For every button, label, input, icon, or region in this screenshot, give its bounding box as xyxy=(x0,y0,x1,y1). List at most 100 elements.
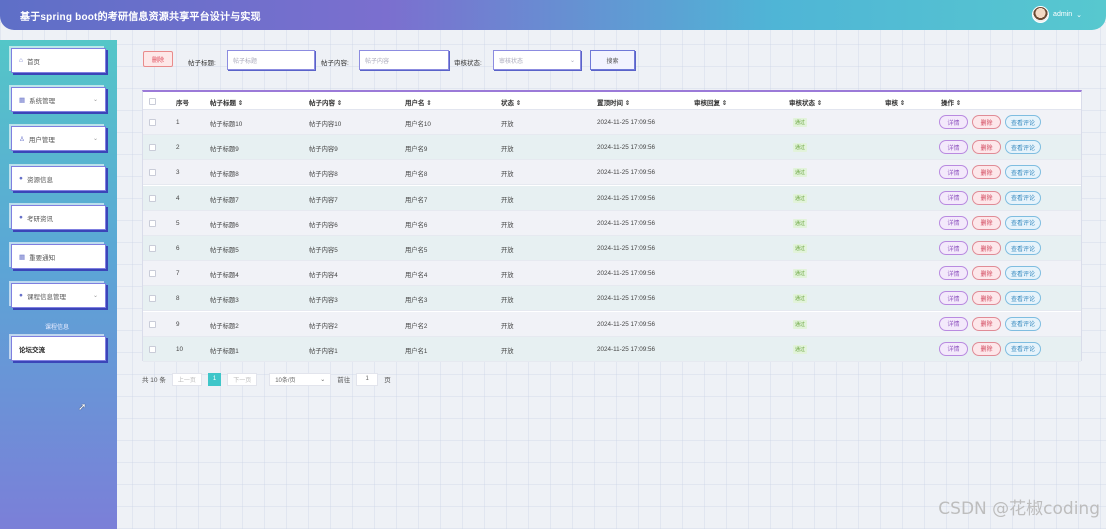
sidebar-item-label: 系统管理 xyxy=(29,97,56,105)
cell-title: 帖子标题4 xyxy=(210,272,239,280)
row-checkbox[interactable] xyxy=(149,119,156,126)
username[interactable]: admin xyxy=(1053,11,1072,18)
audit-filter-label: 审核状态: xyxy=(454,60,482,67)
view-comments-button[interactable]: 查看评论 xyxy=(1005,316,1041,331)
delete-button[interactable]: 删除 xyxy=(972,215,1001,230)
sidebar-item-3[interactable]: ● 资源信息 xyxy=(11,166,106,191)
row-checkbox[interactable] xyxy=(149,345,156,353)
delete-button[interactable]: 删除 xyxy=(972,140,1001,155)
sidebar-item-6[interactable]: ● 课程信息管理 ⌄ xyxy=(11,283,106,308)
audit-status-badge: 通过 xyxy=(793,269,807,279)
goto-page-input[interactable]: 1 xyxy=(356,372,379,386)
view-comments-button[interactable]: 查看评论 xyxy=(1005,266,1041,281)
header-username[interactable]: 用户名 ⇕ xyxy=(405,97,432,107)
view-comments-button[interactable]: 查看评论 xyxy=(1005,291,1041,306)
page-number-1[interactable]: 1 xyxy=(207,372,222,386)
view-comments-button[interactable]: 查看评论 xyxy=(1005,215,1041,230)
bulk-delete-button[interactable]: 删除 xyxy=(143,51,173,67)
view-comments-button[interactable]: 查看评论 xyxy=(1005,115,1041,129)
header-top-time[interactable]: 置顶时间 ⇕ xyxy=(597,97,630,107)
cell-time: 2024-11-25 17:09:56 xyxy=(597,245,656,252)
sidebar-item-7[interactable]: 论坛交流 xyxy=(11,336,106,361)
header-audit[interactable]: 审核 ⇕ xyxy=(885,97,905,107)
avatar[interactable] xyxy=(1032,6,1050,23)
sidebar-item-0[interactable]: ⌂ 首页 xyxy=(11,48,106,73)
cell-title: 帖子标题3 xyxy=(210,297,239,305)
audit-status-select[interactable]: 审核状态 ⌄ xyxy=(493,50,581,70)
select-all-checkbox[interactable] xyxy=(149,98,156,105)
row-checkbox[interactable] xyxy=(149,320,156,328)
delete-button[interactable]: 删除 xyxy=(972,115,1001,129)
delete-button[interactable]: 删除 xyxy=(972,291,1001,306)
sidebar-item-2[interactable]: ♙ 用户管理 ⌄ xyxy=(11,126,106,151)
delete-button[interactable]: 删除 xyxy=(972,241,1001,255)
detail-button[interactable]: 详情 xyxy=(939,190,968,205)
table-row[interactable]: 1 帖子标题10 帖子内容10 用户名10 开放 2024-11-25 17:09:56 通… xyxy=(143,110,1081,135)
cell-no: 10 xyxy=(176,345,184,353)
delete-button[interactable]: 删除 xyxy=(972,190,1001,205)
row-checkbox[interactable] xyxy=(149,169,156,177)
view-comments-button[interactable]: 查看评论 xyxy=(1005,341,1041,356)
header-status[interactable]: 状态 ⇕ xyxy=(501,97,521,107)
row-checkbox[interactable] xyxy=(149,295,156,303)
detail-button[interactable]: 详情 xyxy=(939,165,968,180)
detail-button[interactable]: 详情 xyxy=(939,341,968,356)
header-audit-status[interactable]: 审核状态 ⇕ xyxy=(789,97,822,107)
cell-no: 2 xyxy=(176,144,180,152)
row-checkbox[interactable] xyxy=(149,245,156,252)
detail-button[interactable]: 详情 xyxy=(939,241,968,255)
content-filter-input[interactable]: 帖子内容 xyxy=(359,50,449,70)
next-page-button[interactable]: 下一页 xyxy=(227,372,258,386)
audit-select-placeholder: 审核状态 xyxy=(499,58,524,65)
view-comments-button[interactable]: 查看评论 xyxy=(1005,165,1041,180)
delete-button[interactable]: 删除 xyxy=(972,341,1001,356)
table-header: 序号 帖子标题 ⇕ 帖子内容 ⇕ 用户名 ⇕ 状态 ⇕ 置顶时间 ⇕ 审核回复 … xyxy=(143,92,1081,110)
detail-button[interactable]: 详情 xyxy=(939,316,968,331)
sidebar-item-5[interactable]: ▦ 重要通知 xyxy=(11,244,106,269)
row-checkbox[interactable] xyxy=(149,194,156,202)
sidebar-item-4[interactable]: ● 考研资讯 xyxy=(11,205,106,230)
detail-button[interactable]: 详情 xyxy=(939,291,968,306)
title-filter-input[interactable]: 帖子标题 xyxy=(227,50,315,70)
table-row[interactable]: 9 帖子标题2 帖子内容2 用户名2 开放 2024-11-25 17:09:56 通过 详情… xyxy=(143,311,1081,337)
detail-button[interactable]: 详情 xyxy=(939,215,968,230)
row-checkbox[interactable] xyxy=(149,144,156,152)
table-row[interactable]: 5 帖子标题6 帖子内容6 用户名6 开放 2024-11-25 17:09:56 通过 详情… xyxy=(143,210,1081,236)
detail-button[interactable]: 详情 xyxy=(939,115,968,129)
table-row[interactable]: 3 帖子标题8 帖子内容8 用户名8 开放 2024-11-25 17:09:56 通过 详情… xyxy=(143,160,1081,186)
prev-page-button[interactable]: 上一页 xyxy=(171,372,202,386)
cell-status: 开放 xyxy=(501,171,514,179)
sidebar-item-1[interactable]: ▦ 系统管理 ⌄ xyxy=(11,87,106,112)
search-button[interactable]: 搜索 xyxy=(590,50,635,70)
submenu-label[interactable]: 课程信息 xyxy=(45,322,69,331)
table-row[interactable]: 7 帖子标题4 帖子内容4 用户名4 开放 2024-11-25 17:09:56 通过 详情… xyxy=(143,261,1081,287)
page-size-select[interactable]: 10条/页 ⌄ xyxy=(269,372,332,386)
table-row[interactable]: 4 帖子标题7 帖子内容7 用户名7 开放 2024-11-25 17:09:56 通过 详情… xyxy=(143,185,1081,211)
view-comments-button[interactable]: 查看评论 xyxy=(1005,190,1041,205)
table-row[interactable]: 10 帖子标题1 帖子内容1 用户名1 开放 2024-11-25 17:09:56 通过 详… xyxy=(143,336,1081,362)
cell-user: 用户名3 xyxy=(405,297,428,305)
row-checkbox[interactable] xyxy=(149,219,156,227)
cell-content: 帖子内容7 xyxy=(309,196,338,204)
cell-user: 用户名1 xyxy=(405,347,428,355)
cell-user: 用户名4 xyxy=(405,272,428,280)
view-comments-button[interactable]: 查看评论 xyxy=(1005,241,1041,255)
user-menu[interactable]: admin ⌄ xyxy=(1032,6,1082,23)
row-checkbox[interactable] xyxy=(149,270,156,278)
audit-status-badge: 通过 xyxy=(793,168,807,178)
header-content[interactable]: 帖子内容 ⇕ xyxy=(309,97,342,107)
header-title[interactable]: 帖子标题 ⇕ xyxy=(210,97,243,107)
view-comments-button[interactable]: 查看评论 xyxy=(1005,140,1041,155)
table-row[interactable]: 6 帖子标题5 帖子内容5 用户名5 开放 2024-11-25 17:09:56 通过 详情… xyxy=(143,236,1081,261)
table-row[interactable]: 2 帖子标题9 帖子内容9 用户名9 开放 2024-11-25 17:09:56 通过 详情… xyxy=(143,135,1081,161)
delete-button[interactable]: 删除 xyxy=(972,266,1001,281)
chevron-down-icon: ⌄ xyxy=(92,136,98,142)
delete-button[interactable]: 删除 xyxy=(972,316,1001,331)
table-row[interactable]: 8 帖子标题3 帖子内容3 用户名3 开放 2024-11-25 17:09:56 通过 详情… xyxy=(143,286,1081,312)
delete-button[interactable]: 删除 xyxy=(972,165,1001,180)
detail-button[interactable]: 详情 xyxy=(939,140,968,155)
header-audit-reply[interactable]: 审核回复 ⇕ xyxy=(694,97,727,107)
chevron-down-icon[interactable]: ⌄ xyxy=(1076,11,1082,19)
cell-user: 用户名6 xyxy=(405,221,428,229)
detail-button[interactable]: 详情 xyxy=(939,266,968,281)
